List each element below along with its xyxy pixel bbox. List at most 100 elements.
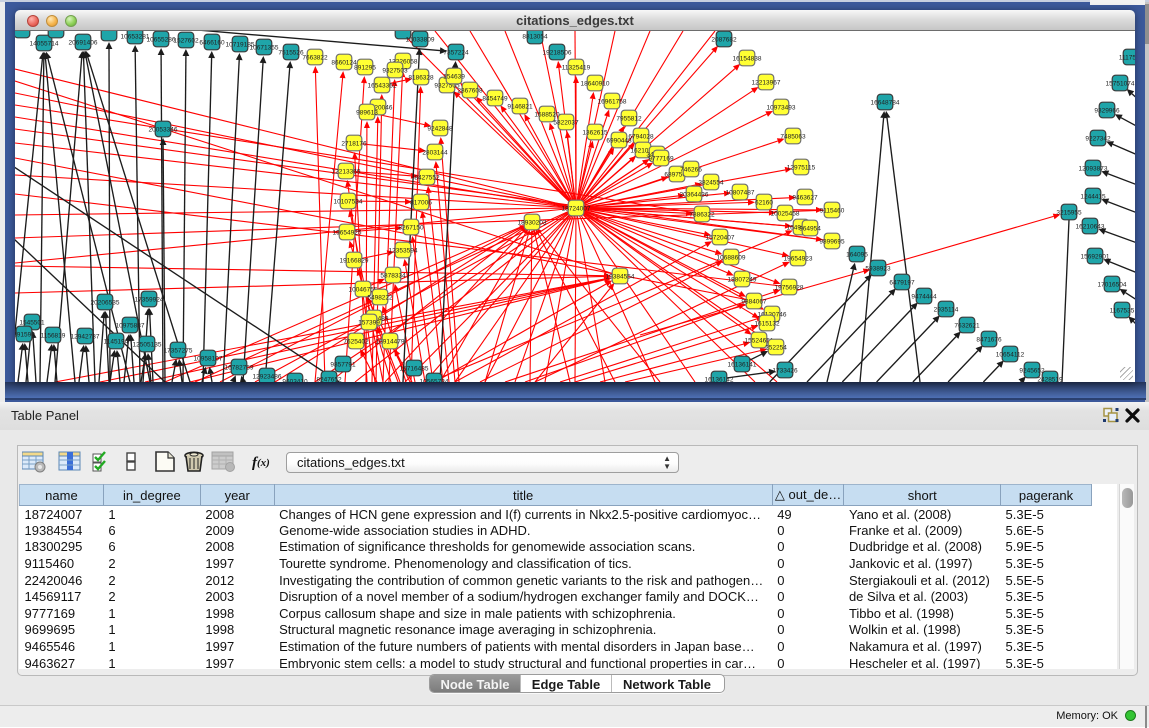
svg-text:19654925: 19654925 <box>333 230 362 237</box>
svg-text:8427552: 8427552 <box>414 175 440 182</box>
svg-text:12213967: 12213967 <box>752 80 781 87</box>
svg-text:62160: 62160 <box>755 200 773 207</box>
svg-text:18807249: 18807249 <box>728 277 757 284</box>
svg-text:2803144: 2803144 <box>422 150 448 157</box>
svg-text:15751074: 15751074 <box>1106 81 1135 88</box>
svg-text:9884067: 9884067 <box>741 299 767 306</box>
svg-text:18724007: 18724007 <box>562 206 591 213</box>
svg-text:8471676: 8471676 <box>976 337 1002 344</box>
svg-text:1733426: 1733426 <box>772 368 798 375</box>
svg-text:10958107: 10958107 <box>194 356 223 363</box>
svg-text:9245652: 9245652 <box>1019 368 1045 375</box>
svg-text:1156819: 1156819 <box>41 333 66 340</box>
svg-text:2935114: 2935114 <box>934 307 959 314</box>
svg-text:2428519: 2428519 <box>1037 377 1063 383</box>
svg-text:1145194: 1145194 <box>104 339 129 346</box>
svg-text:817006: 817006 <box>410 200 432 207</box>
svg-text:12093873: 12093873 <box>1079 166 1108 173</box>
svg-text:12505135: 12505135 <box>133 342 162 349</box>
svg-text:1244415: 1244415 <box>1080 194 1106 201</box>
svg-text:252254: 252254 <box>765 345 787 352</box>
svg-text:1117534: 1117534 <box>1119 55 1135 62</box>
svg-text:10807487: 10807487 <box>726 190 755 197</box>
svg-text:391590: 391590 <box>15 332 35 339</box>
svg-text:19384554: 19384554 <box>606 274 635 281</box>
svg-text:10655286: 10655286 <box>147 37 176 44</box>
svg-text:10025458: 10025458 <box>771 211 800 218</box>
svg-text:16543362: 16543362 <box>368 83 397 90</box>
svg-text:8813054: 8813054 <box>522 34 548 41</box>
svg-text:9242848: 9242848 <box>427 126 453 133</box>
svg-text:16154838: 16154838 <box>733 56 762 63</box>
svg-text:1615132: 1615132 <box>754 321 780 328</box>
svg-text:20206535: 20206535 <box>91 300 120 307</box>
svg-text:154639: 154639 <box>443 74 465 81</box>
svg-text:1362615: 1362615 <box>582 130 608 137</box>
svg-text:9603410: 9603410 <box>282 379 308 383</box>
svg-text:7485063: 7485063 <box>780 134 806 141</box>
svg-text:12942737: 12942737 <box>71 334 100 341</box>
svg-text:9146821: 9146821 <box>507 104 533 111</box>
svg-text:746266: 746266 <box>680 167 702 174</box>
svg-text:8247652: 8247652 <box>316 377 342 383</box>
svg-text:157399: 157399 <box>358 320 380 327</box>
svg-text:10975887: 10975887 <box>116 323 145 330</box>
svg-text:6479197: 6479197 <box>889 280 915 287</box>
svg-text:16961758: 16961758 <box>598 99 627 106</box>
svg-text:2087682: 2087682 <box>711 37 737 44</box>
svg-text:16033809: 16033809 <box>406 37 435 44</box>
svg-text:18640910: 18640910 <box>581 81 610 88</box>
svg-text:989613: 989613 <box>356 110 378 117</box>
svg-text:9857791: 9857791 <box>330 362 356 369</box>
svg-text:19166829: 19166829 <box>340 258 369 265</box>
svg-text:5498222: 5498222 <box>367 295 393 302</box>
svg-text:2867608: 2867608 <box>457 88 483 95</box>
svg-text:20691406: 20691406 <box>69 40 98 47</box>
svg-text:9227342: 9227342 <box>1085 136 1111 143</box>
svg-text:16782759: 16782759 <box>225 365 254 372</box>
svg-text:9329966: 9329966 <box>1094 108 1120 115</box>
svg-text:14055714: 14055714 <box>30 41 59 48</box>
svg-text:16136141: 16136141 <box>728 362 757 369</box>
svg-text:1588520: 1588520 <box>534 112 560 119</box>
svg-text:17016504: 17016504 <box>1098 282 1127 289</box>
svg-text:11325419: 11325419 <box>562 65 591 72</box>
svg-text:164095: 164095 <box>846 252 868 259</box>
svg-text:9115460: 9115460 <box>820 208 845 215</box>
svg-text:7663822: 7663822 <box>302 55 328 62</box>
svg-text:15720407: 15720407 <box>706 235 735 242</box>
svg-text:9463627: 9463627 <box>792 195 818 202</box>
svg-text:10671355: 10671355 <box>250 45 279 52</box>
svg-text:19218506: 19218506 <box>543 50 572 57</box>
svg-text:17357275: 17357275 <box>164 348 193 355</box>
svg-text:964954: 964954 <box>799 226 821 233</box>
svg-text:16136142: 16136142 <box>705 377 734 383</box>
svg-text:10973493: 10973493 <box>767 105 796 112</box>
svg-text:9327503: 9327503 <box>382 68 408 75</box>
svg-text:5822037: 5822037 <box>553 120 579 127</box>
svg-text:10688609: 10688609 <box>717 255 746 262</box>
svg-text:15692901: 15692901 <box>1081 254 1110 261</box>
svg-text:5938923: 5938923 <box>865 266 891 273</box>
svg-text:17359924: 17359924 <box>135 297 164 304</box>
svg-text:15716485: 15716485 <box>400 366 429 373</box>
svg-text:9777169: 9777169 <box>648 156 674 163</box>
svg-text:891295: 891295 <box>354 65 376 72</box>
svg-text:5878334: 5878334 <box>380 273 406 280</box>
svg-text:6794028: 6794028 <box>628 134 654 141</box>
svg-text:19756928: 19756928 <box>775 285 804 292</box>
svg-text:8186328: 8186328 <box>408 75 434 82</box>
svg-text:20364436: 20364436 <box>680 192 709 199</box>
svg-text:9899695: 9899695 <box>819 239 845 246</box>
svg-text:7515526: 7515526 <box>278 50 304 57</box>
svg-text:9474444: 9474444 <box>911 294 937 301</box>
svg-text:1167535: 1167535 <box>1110 308 1135 315</box>
svg-text:7886322: 7886322 <box>689 212 715 219</box>
svg-text:10565734: 10565734 <box>420 379 449 383</box>
svg-text:12975115: 12975115 <box>787 165 816 172</box>
svg-text:2718176: 2718176 <box>341 141 367 148</box>
svg-text:10653281: 10653281 <box>121 34 150 41</box>
svg-text:6466160: 6466160 <box>199 40 225 47</box>
svg-text:8267150: 8267150 <box>398 225 424 232</box>
svg-text:19654923: 19654923 <box>784 256 813 263</box>
